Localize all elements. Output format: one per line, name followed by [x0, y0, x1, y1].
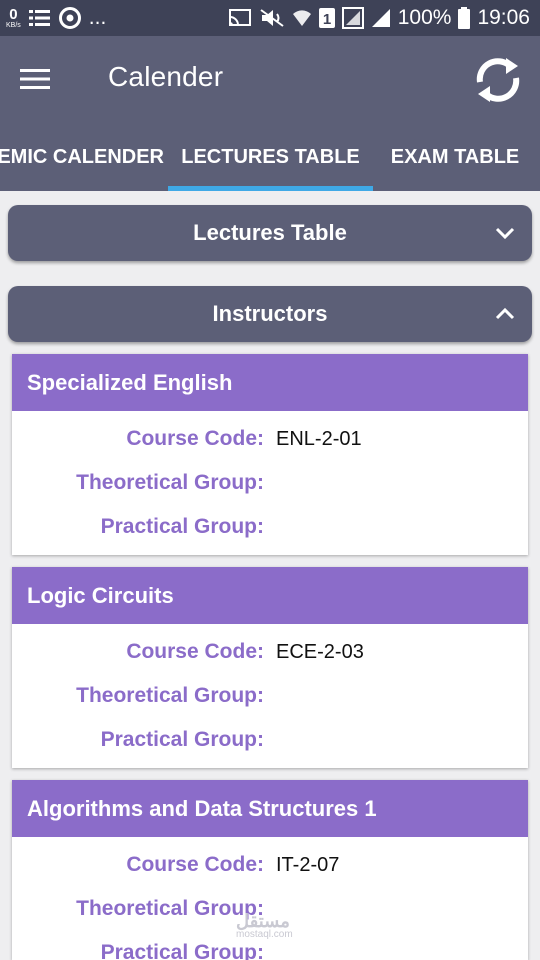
mute-icon: [259, 8, 285, 28]
theoretical-group-label: Theoretical Group:: [76, 471, 264, 494]
cast-icon: [228, 8, 252, 28]
more-notifications: ...: [88, 6, 107, 29]
course-code-label: Course Code:: [126, 427, 264, 450]
course-code-label: Course Code:: [126, 640, 264, 663]
settings-notification-icon: [58, 7, 81, 29]
course-card: Logic Circuits Course Code: ECE-2-03 The…: [12, 567, 528, 768]
tab-academic-calender[interactable]: EMIC CALENDER: [0, 136, 164, 191]
tab-lectures-table[interactable]: LECTURES TABLE: [168, 136, 373, 191]
course-code-row: Course Code: IT-2-07: [12, 844, 528, 888]
signal-sim-icon: [341, 7, 364, 29]
battery-percent: 100%: [397, 6, 452, 29]
practical-group-row: Practical Group:: [12, 506, 528, 550]
tab-bar: EMIC CALENDER LECTURES TABLE EXAM TABLE: [0, 136, 540, 191]
course-name: Algorithms and Data Structures 1: [12, 780, 528, 837]
network-speed-unit: KB/s: [6, 22, 21, 29]
tab-exam-table[interactable]: EXAM TABLE: [380, 136, 530, 191]
status-bar: 0 KB/s ... 1 100% 19:06: [0, 0, 540, 36]
app-bar: Calender EMIC CALENDER LECTURES TABLE EX…: [0, 36, 540, 191]
network-speed: 0 KB/s: [6, 7, 21, 29]
selected-tab-indicator: [168, 186, 373, 191]
practical-group-label: Practical Group:: [100, 515, 264, 538]
network-speed-value: 0: [9, 6, 18, 23]
section-instructors[interactable]: Instructors: [8, 286, 532, 342]
course-code-value: ECE-2-03: [276, 641, 364, 663]
refresh-button[interactable]: [470, 52, 526, 108]
checklist-notification-icon: [28, 9, 51, 27]
signal-strength-icon: [371, 8, 391, 28]
menu-button[interactable]: [14, 58, 56, 100]
watermark-subtext: mostaql.com: [236, 929, 293, 940]
battery-icon: [458, 7, 471, 29]
practical-group-row: Practical Group:: [12, 719, 528, 763]
sim-card-icon: 1: [318, 8, 335, 28]
course-card: Specialized English Course Code: ENL-2-0…: [12, 354, 528, 555]
course-code-value: IT-2-07: [276, 854, 340, 876]
sim-number: 1: [323, 11, 331, 28]
course-name: Logic Circuits: [12, 567, 528, 624]
course-name: Specialized English: [12, 354, 528, 411]
section-lectures-table[interactable]: Lectures Table: [8, 205, 532, 261]
course-code-value: ENL-2-01: [276, 428, 362, 450]
theoretical-group-label: Theoretical Group:: [76, 684, 264, 707]
hamburger-menu-icon: [20, 69, 50, 89]
chevron-up-icon: [495, 307, 515, 320]
theoretical-group-row: Theoretical Group:: [12, 462, 528, 506]
section-title: Instructors: [212, 301, 328, 326]
theoretical-group-row: Theoretical Group:: [12, 675, 528, 719]
course-code-row: Course Code: ECE-2-03: [12, 631, 528, 675]
practical-group-label: Practical Group:: [100, 728, 264, 751]
section-title: Lectures Table: [193, 220, 347, 245]
wifi-icon: [292, 8, 312, 28]
watermark-text: مستقل: [236, 911, 290, 931]
watermark: مستقل mostaql.com: [236, 912, 293, 940]
page-title: Calender: [108, 61, 224, 92]
clock: 19:06: [477, 6, 530, 29]
chevron-down-icon: [495, 227, 515, 240]
course-code-label: Course Code:: [126, 853, 264, 876]
course-code-row: Course Code: ENL-2-01: [12, 418, 528, 462]
practical-group-label: Practical Group:: [100, 941, 264, 960]
refresh-icon: [476, 58, 520, 102]
